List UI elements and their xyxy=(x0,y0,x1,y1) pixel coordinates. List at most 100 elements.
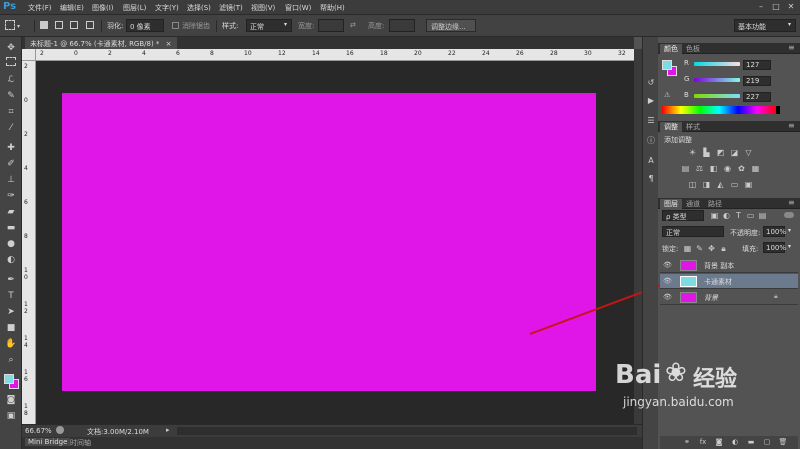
layer-name[interactable]: 卡通素材 xyxy=(704,277,732,287)
tab-styles[interactable]: 样式 xyxy=(682,122,704,132)
lock-position-icon[interactable]: ✥ xyxy=(707,244,716,253)
eraser-tool-icon[interactable]: ▰ xyxy=(4,205,18,219)
paragraph-panel-icon[interactable]: ¶ xyxy=(645,173,657,185)
brightness-adjust-icon[interactable]: ☀ xyxy=(688,148,697,157)
brush-tool-icon[interactable]: ✐ xyxy=(4,157,18,171)
lock-transparent-icon[interactable]: ▦ xyxy=(683,244,692,253)
status-info-icon[interactable] xyxy=(56,426,64,434)
history-brush-tool-icon[interactable]: ✑ xyxy=(4,189,18,203)
filter-toggle[interactable] xyxy=(784,212,794,218)
color-balance-icon[interactable]: ⚖ xyxy=(695,164,704,173)
actions-panel-icon[interactable]: ▶ xyxy=(645,95,657,107)
vertical-scrollbar[interactable] xyxy=(634,49,642,424)
link-icon[interactable]: ⚭ xyxy=(682,438,692,447)
layer-row-selected[interactable]: 👁︎ 卡通素材 xyxy=(660,274,798,289)
filter-smart-icon[interactable]: ▤ xyxy=(758,211,767,220)
opacity-input[interactable]: 100% xyxy=(763,226,786,237)
levels-adjust-icon[interactable]: ▙ xyxy=(702,148,711,157)
subtract-selection-icon[interactable] xyxy=(70,21,78,29)
layer-row[interactable]: 👁︎ 背景 🔒︎ xyxy=(660,290,798,305)
tab-color[interactable]: 颜色 xyxy=(660,44,682,54)
adjustment-icon[interactable]: ◐ xyxy=(730,438,740,447)
screen-mode-icon[interactable]: ▣ xyxy=(4,409,18,423)
tab-swatches[interactable]: 色板 xyxy=(682,44,704,54)
filter-adjust-icon[interactable]: ◐ xyxy=(722,211,731,220)
history-panel-icon[interactable]: ↺ xyxy=(645,77,657,89)
path-select-tool-icon[interactable]: ➤ xyxy=(4,305,18,319)
ruler-origin[interactable] xyxy=(22,49,36,61)
tab-paths[interactable]: 路径 xyxy=(704,199,726,209)
height-input[interactable] xyxy=(389,19,415,32)
layer-name[interactable]: 背景 副本 xyxy=(704,261,734,271)
close-button[interactable]: ✕ xyxy=(784,1,798,12)
tab-mini-bridge[interactable]: Mini Bridge xyxy=(25,438,71,446)
panel-menu-icon[interactable]: ≡ xyxy=(788,43,795,52)
zoom-tool-icon[interactable]: ⌕ xyxy=(4,353,18,367)
black-white-icon[interactable]: ◧ xyxy=(709,164,718,173)
width-input[interactable] xyxy=(318,19,344,32)
tab-timeline[interactable]: 时间轴 xyxy=(70,438,91,448)
lock-all-icon[interactable]: 🔒︎ xyxy=(719,244,728,253)
menu-edit[interactable]: 编辑(E) xyxy=(60,3,84,13)
add-selection-icon[interactable] xyxy=(55,21,63,29)
refine-edge-button[interactable]: 调整边缘... xyxy=(426,19,476,32)
filter-shape-icon[interactable]: ▭ xyxy=(746,211,755,220)
tab-channels[interactable]: 通道 xyxy=(682,199,704,209)
trash-icon[interactable]: 🗑︎ xyxy=(778,438,788,447)
filter-pixel-icon[interactable]: ▣ xyxy=(710,211,719,220)
document-tab[interactable]: 未标题-1 @ 66.7% (卡通素材, RGB/8) * × xyxy=(25,37,177,49)
lasso-tool-icon[interactable]: ℒ xyxy=(4,73,18,87)
panel-menu-icon[interactable]: ≡ xyxy=(788,198,795,207)
fill-input[interactable]: 100% xyxy=(763,242,786,253)
close-icon[interactable]: × xyxy=(166,40,172,48)
color-foreground-swatch[interactable] xyxy=(662,60,672,70)
zoom-level[interactable]: 66.67% xyxy=(25,427,52,435)
quick-mask-icon[interactable]: ◙ xyxy=(4,393,18,407)
layer-filter-select[interactable]: ρ 类型 xyxy=(662,210,704,221)
menu-image[interactable]: 图像(I) xyxy=(92,3,114,13)
eye-icon[interactable]: 👁︎ xyxy=(663,261,672,269)
invert-icon[interactable]: ◫ xyxy=(688,180,697,189)
filter-type-icon[interactable]: T xyxy=(734,211,743,220)
move-tool-icon[interactable]: ✥ xyxy=(4,41,18,55)
blur-tool-icon[interactable]: ● xyxy=(4,237,18,251)
eye-icon[interactable]: 👁︎ xyxy=(663,293,672,301)
channel-b-slider[interactable] xyxy=(694,94,740,98)
chevron-down-icon[interactable]: ▾ xyxy=(788,243,791,250)
crop-tool-icon[interactable]: ⌗ xyxy=(4,105,18,119)
menu-layer[interactable]: 图层(L) xyxy=(123,3,146,13)
gradient-tool-icon[interactable]: ▬ xyxy=(4,221,18,235)
rect-marquee-tool-icon[interactable] xyxy=(6,57,16,66)
menu-type[interactable]: 文字(Y) xyxy=(155,3,179,13)
chevron-right-icon[interactable]: ▸ xyxy=(166,426,170,434)
menu-view[interactable]: 视图(V) xyxy=(251,3,275,13)
pen-tool-icon[interactable]: ✒ xyxy=(4,273,18,287)
channel-g-input[interactable]: 219 xyxy=(743,76,771,86)
channel-r-input[interactable]: 127 xyxy=(743,60,771,70)
menu-filter[interactable]: 滤镜(T) xyxy=(219,3,243,13)
antialias-checkbox[interactable] xyxy=(172,22,179,29)
menu-window[interactable]: 窗口(W) xyxy=(285,3,311,13)
spectrum-black[interactable] xyxy=(776,106,780,114)
fx-icon[interactable]: fx xyxy=(698,438,708,447)
channel-g-slider[interactable] xyxy=(694,78,740,82)
marquee-tool-preset-icon[interactable] xyxy=(5,20,15,30)
layer-name[interactable]: 背景 xyxy=(704,293,718,303)
info-panel-icon[interactable]: ⓘ xyxy=(645,135,657,147)
exposure-adjust-icon[interactable]: ◪ xyxy=(730,148,739,157)
menu-file[interactable]: 文件(F) xyxy=(28,3,52,13)
color-lookup-icon[interactable]: ▦ xyxy=(751,164,760,173)
chevron-down-icon[interactable]: ▾ xyxy=(17,23,20,30)
lock-image-icon[interactable]: ✎ xyxy=(695,244,704,253)
dodge-tool-icon[interactable]: ◐ xyxy=(4,253,18,267)
menu-help[interactable]: 帮助(H) xyxy=(320,3,345,13)
maximize-button[interactable]: □ xyxy=(769,1,783,12)
tab-adjustments[interactable]: 调整 xyxy=(660,122,682,132)
horizontal-scrollbar[interactable] xyxy=(177,427,637,435)
feather-input[interactable]: 0 像素 xyxy=(126,19,164,32)
gradient-map-icon[interactable]: ▭ xyxy=(730,180,739,189)
threshold-icon[interactable]: ◭ xyxy=(716,180,725,189)
hue-saturation-icon[interactable]: ▤ xyxy=(681,164,690,173)
healing-brush-tool-icon[interactable]: ✚ xyxy=(4,141,18,155)
posterize-icon[interactable]: ◨ xyxy=(702,180,711,189)
